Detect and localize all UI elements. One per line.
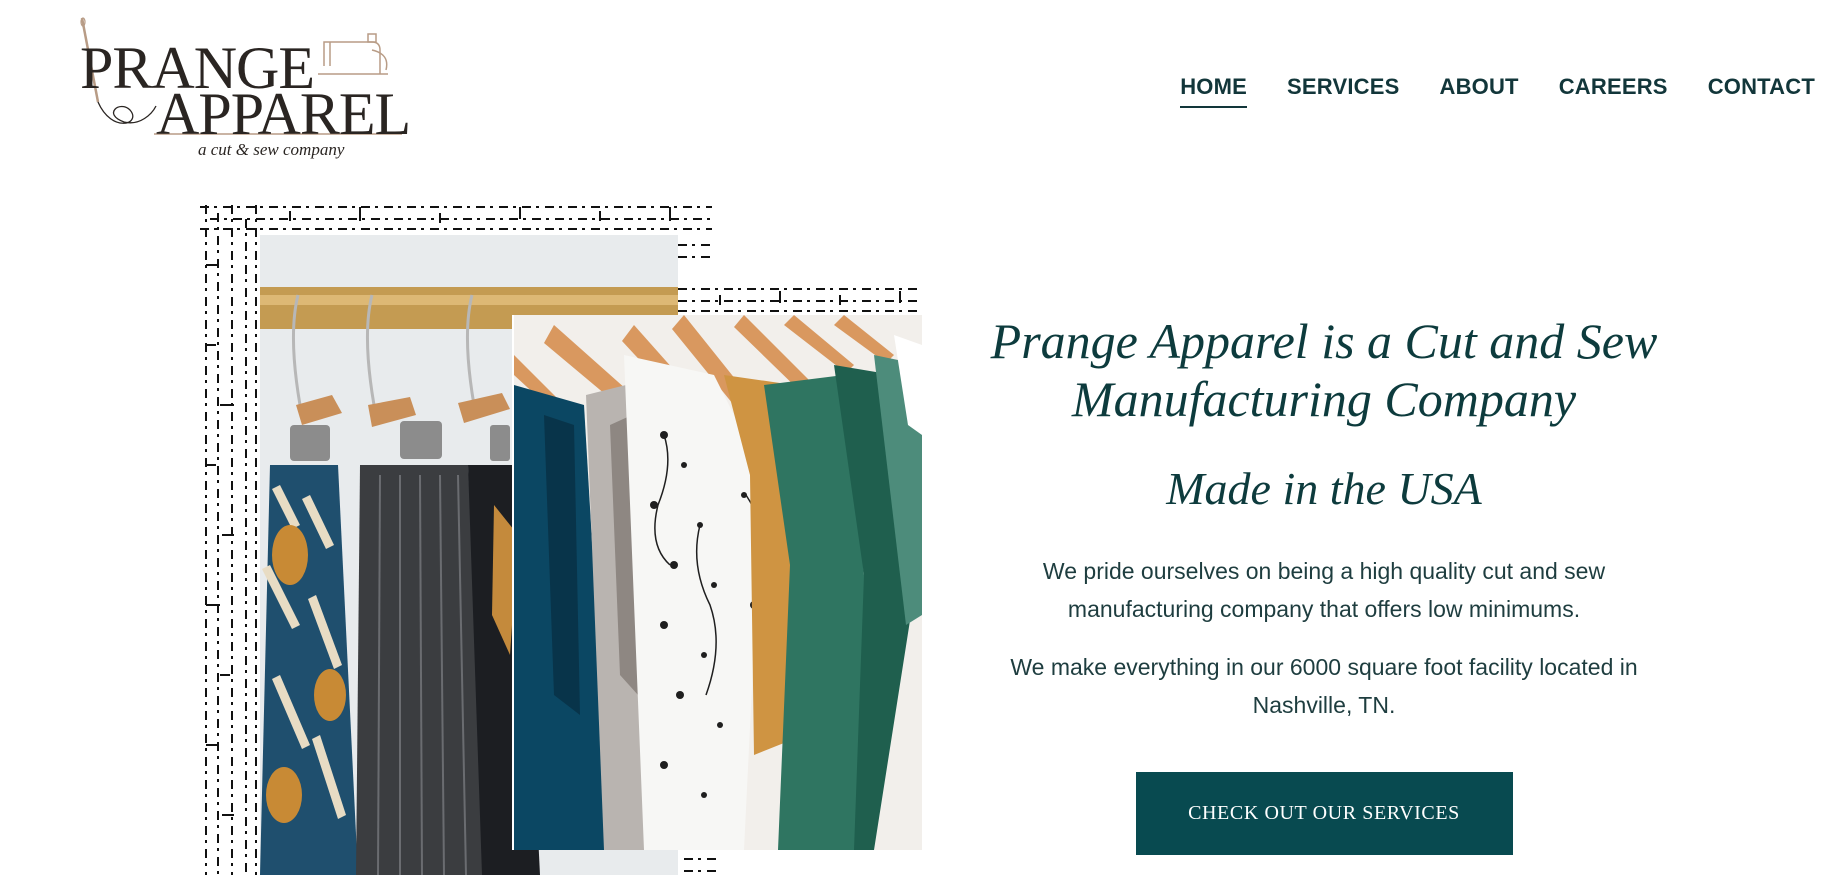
nav-contact[interactable]: CONTACT — [1708, 74, 1815, 108]
hero-image-collage — [200, 205, 930, 875]
hero-section: Prange Apparel is a Cut and Sew Manufact… — [962, 312, 1686, 855]
logo-tagline: a cut & sew company — [198, 140, 345, 159]
nav-about[interactable]: ABOUT — [1439, 74, 1518, 108]
nav-services[interactable]: SERVICES — [1287, 74, 1399, 108]
logo-wordmark-line2: APPAREL — [156, 81, 411, 147]
hanging-garments-photo — [514, 315, 922, 850]
hero-paragraph-facility: We make everything in our 6000 square fo… — [1010, 654, 1638, 718]
hero-subtitle: Made in the USA — [1166, 463, 1482, 514]
logo-link[interactable]: PRANGE APPAREL a cut & sew company — [72, 14, 412, 170]
check-out-services-button[interactable]: CHECK OUT OUR SERVICES — [1135, 772, 1513, 855]
main-navigation: HOME SERVICES ABOUT CAREERS CONTACT — [1180, 74, 1815, 108]
nav-home[interactable]: HOME — [1180, 74, 1248, 108]
hero-paragraph-quality: We pride ourselves on being a high quali… — [1042, 558, 1606, 622]
hero-title: Prange Apparel is a Cut and Sew Manufact… — [990, 313, 1658, 427]
nav-careers[interactable]: CAREERS — [1559, 74, 1668, 108]
